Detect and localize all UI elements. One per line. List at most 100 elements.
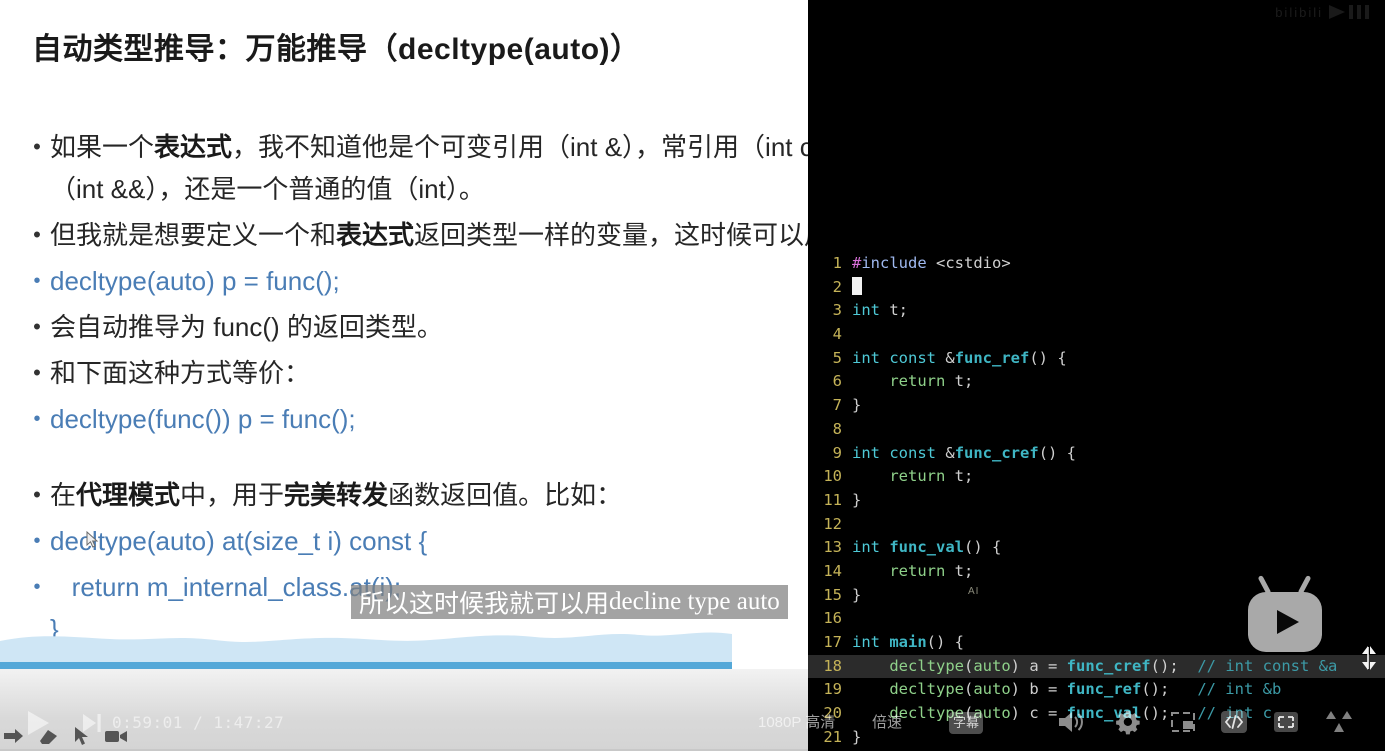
playback-speed-button[interactable]: 倍速 xyxy=(872,711,902,732)
svg-text:字幕: 字幕 xyxy=(953,715,979,730)
bullet-marker-icon: • xyxy=(33,530,41,552)
code-line-number: 16 xyxy=(823,609,842,628)
bullet-text: 如果一个表达式，我不知道他是个可变引用（int &），常引用（int const… xyxy=(50,132,808,204)
code-token: main xyxy=(889,633,927,651)
code-token: int xyxy=(852,301,880,320)
code-line-number: 10 xyxy=(823,467,842,486)
player-control-bar: 0:59:01 / 1:47:27 1080P 高清 倍速 字幕 xyxy=(0,695,1385,751)
text-caret xyxy=(852,276,862,295)
video-area-cursor-icon xyxy=(1362,646,1376,670)
bullet-marker-icon: • xyxy=(33,134,41,159)
pen-tool-icon[interactable] xyxy=(2,725,26,747)
record-tool-icon[interactable] xyxy=(104,725,128,747)
pointer-tool-icon[interactable] xyxy=(70,725,94,747)
code-token: ( xyxy=(963,656,974,675)
bullet-text: 在代理模式中，用于完美转发函数返回值。比如： xyxy=(50,480,623,510)
bullet-item: • decltype(auto) at(size_t i) const { xyxy=(24,520,808,562)
code-token: int xyxy=(852,348,880,367)
subtitle-button[interactable]: 字幕 xyxy=(948,708,984,738)
code-line[interactable]: 8 xyxy=(808,418,1385,442)
code-line[interactable]: 2 xyxy=(808,276,1385,300)
video-player-root: 自动类型推导：万能推导（decltype(auto)） • 如果一个表达式，我不知… xyxy=(0,0,1385,751)
code-token: int xyxy=(852,633,880,651)
code-token: const xyxy=(889,348,937,367)
quality-selector[interactable]: 1080P 高清 xyxy=(758,711,835,732)
code-line[interactable]: 11} xyxy=(808,489,1385,513)
volume-button[interactable] xyxy=(1056,707,1086,737)
code-token: func_val xyxy=(889,538,964,557)
code-token: t; xyxy=(945,561,974,580)
bullet-text: 但我就是想要定义一个和表达式返回类型一样的变量，这时候可以用： xyxy=(50,220,808,250)
subtitle-icon: 字幕 xyxy=(949,712,983,734)
widescreen-button[interactable] xyxy=(1324,707,1356,737)
widescreen-icon xyxy=(1326,711,1352,732)
speed-label: 倍速 xyxy=(872,714,903,731)
code-line-number: 6 xyxy=(832,372,842,391)
eraser-tool-icon[interactable] xyxy=(36,725,60,747)
bullet-spacer xyxy=(24,444,808,474)
code-token: } xyxy=(852,396,862,415)
code-line[interactable]: 3 int t; xyxy=(808,299,1385,323)
code-token: ) a = xyxy=(1010,656,1067,675)
code-line-number: 4 xyxy=(832,325,842,344)
code-line-number: 15 xyxy=(823,585,842,604)
code-line-number: 14 xyxy=(823,561,842,580)
code-line[interactable]: 12 xyxy=(808,513,1385,537)
code-line[interactable]: 10 return t; xyxy=(808,465,1385,489)
code-line[interactable]: 7} xyxy=(808,394,1385,418)
bullet-text: 和下面这种方式等价： xyxy=(50,358,311,388)
code-token: <cstdio> xyxy=(936,254,1011,272)
code-editor[interactable]: 1 #include <cstdio> 2 3 int t; 4 5 int const &f… xyxy=(808,252,1385,751)
watermark-logo-icon xyxy=(1329,5,1369,19)
ai-subtitle-badge: AI xyxy=(968,586,980,597)
bullet-item: • decltype(func()) p = func(); xyxy=(24,398,808,440)
code-token: () { xyxy=(1038,443,1077,462)
bullet-item: • 如果一个表达式，我不知道他是个可变引用（int &），常引用（int cons… xyxy=(24,126,808,210)
web-fullscreen-icon xyxy=(1221,711,1247,733)
code-token: func_cref xyxy=(954,443,1039,462)
code-token: t; xyxy=(880,301,908,320)
code-token: & xyxy=(936,348,955,367)
code-line[interactable]: 4 xyxy=(808,323,1385,347)
code-line[interactable]: 6 return t; xyxy=(808,370,1385,394)
time-display: 0:59:01 / 1:47:27 xyxy=(112,713,285,732)
code-token: return xyxy=(889,561,946,580)
mouse-cursor-icon xyxy=(86,531,99,548)
settings-button[interactable] xyxy=(1113,707,1143,737)
quality-label: 1080P 高清 xyxy=(758,714,836,731)
code-line-number: 11 xyxy=(823,490,842,509)
code-line-number: 9 xyxy=(832,443,842,462)
subtitle-english-text: decline type auto xyxy=(609,588,780,615)
code-token: func_ref xyxy=(954,348,1030,367)
code-token: int xyxy=(852,443,880,462)
code-token: const xyxy=(889,443,937,462)
web-fullscreen-button[interactable] xyxy=(1218,707,1250,737)
bullet-text: decltype(auto) p = func(); xyxy=(50,266,340,296)
code-line[interactable]: 5 int const &func_ref() { xyxy=(808,347,1385,371)
fullscreen-icon xyxy=(1274,712,1298,732)
presentation-slide: 自动类型推导：万能推导（decltype(auto)） • 如果一个表达式，我不知… xyxy=(0,0,808,751)
code-token: auto xyxy=(973,656,1011,675)
code-line-number: 13 xyxy=(823,538,842,557)
bullet-marker-icon: • xyxy=(33,270,41,292)
watermark-text: bilibili xyxy=(1275,4,1323,20)
subtitle-overlay: 所以这时候我就可以用 decline type auto xyxy=(351,585,788,619)
bilibili-tv-logo-icon xyxy=(1248,575,1322,652)
code-line[interactable]: 18 decltype(auto) a = func_cref(); // in… xyxy=(808,654,1385,679)
volume-icon xyxy=(1059,712,1083,732)
annotation-tool-strip xyxy=(0,723,128,749)
code-line[interactable]: 1 #include <cstdio> xyxy=(808,252,1385,276)
code-line[interactable]: 9 int const &func_cref() { xyxy=(808,442,1385,466)
code-token: # xyxy=(852,254,862,272)
bullet-text: decltype(auto) at(size_t i) const { xyxy=(50,526,428,556)
code-line-number: 2 xyxy=(832,277,842,296)
wave-decoration xyxy=(0,632,732,663)
picture-in-picture-button[interactable] xyxy=(1168,707,1198,737)
fullscreen-button[interactable] xyxy=(1270,707,1302,737)
code-line[interactable]: 13 int func_val() { xyxy=(808,536,1385,560)
